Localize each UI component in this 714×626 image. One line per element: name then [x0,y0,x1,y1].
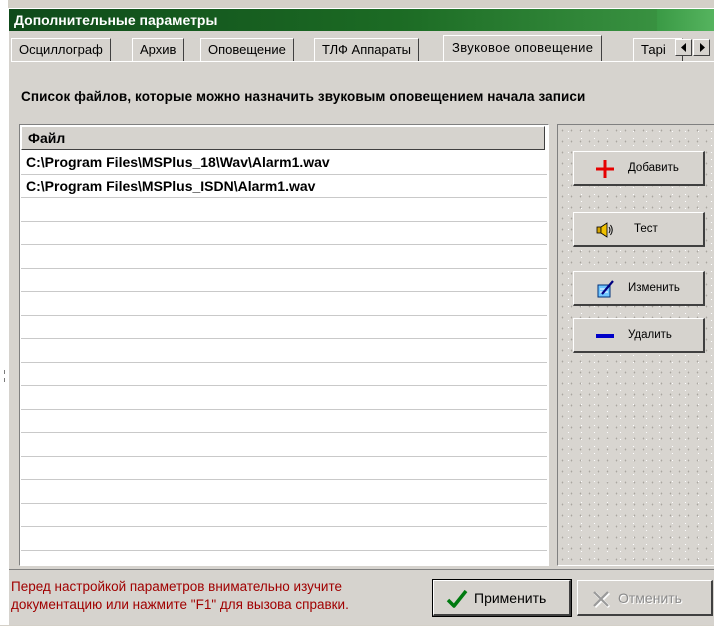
delete-button[interactable]: Удалить [573,318,705,353]
test-button[interactable]: Тест [573,212,705,247]
options-window: Дополнительные параметры Осциллограф Арх… [8,8,714,625]
add-button[interactable]: Добавить [573,151,705,186]
tab-notification[interactable]: Оповещение [200,38,294,61]
table-row-empty [21,269,547,292]
table-row[interactable]: C:\Program Files\MSPlus_ISDN\Alarm1.wav [21,175,547,198]
table-row-empty [21,410,547,433]
title-bar: Дополнительные параметры [9,9,714,31]
table-row-empty [21,316,547,339]
left-edge [0,0,8,625]
table-row-empty [21,222,547,245]
column-header-file[interactable]: Файл [21,126,545,150]
cancel-button[interactable]: Отменить [577,580,713,616]
footer-bar: Перед настройкой параметров внимательно … [9,569,714,626]
tab-strip: Осциллограф Архив Оповещение ТЛФ Аппарат… [11,35,714,61]
table-row-empty [21,504,547,527]
help-hint-line: Перед настройкой параметров внимательно … [11,579,342,594]
table-row-empty [21,363,547,386]
edit-icon [597,280,614,298]
edge-mark [4,378,5,382]
title-bar-shade [657,9,714,31]
edge-mark [4,370,5,374]
tab-scroll-right-button[interactable] [693,39,710,56]
arrow-right-icon [699,43,705,52]
file-list-rows: C:\Program Files\MSPlus_18\Wav\Alarm1.wa… [21,151,547,551]
minus-icon [596,334,614,338]
tab-oscillograph[interactable]: Осциллограф [11,38,111,61]
apply-button-label: Применить [474,590,547,606]
file-list[interactable]: Файл C:\Program Files\MSPlus_18\Wav\Alar… [19,124,549,566]
tab-scroll-left-button[interactable] [675,39,692,56]
panel-heading: Список файлов, которые можно назначить з… [21,89,586,104]
table-row-empty [21,386,547,410]
cross-icon [593,591,611,609]
action-button-panel: Добавить Тест Изменить Удалить [557,124,714,566]
table-row-empty [21,245,547,269]
help-hint: Перед настройкой параметров внимательно … [11,578,441,614]
plus-icon [596,160,614,178]
table-row-empty [21,480,547,504]
table-row-empty [21,339,547,363]
delete-button-label: Удалить [628,329,672,341]
apply-button[interactable]: Применить [432,579,572,617]
table-row-empty [21,198,547,222]
help-hint-line: документацию или нажмите "F1" для вызова… [11,597,349,612]
speaker-icon [596,222,613,238]
table-row-empty [21,457,547,480]
table-row-empty [21,527,547,551]
table-row-empty [21,433,547,457]
add-button-label: Добавить [628,162,679,174]
tab-archive[interactable]: Архив [132,38,185,61]
test-button-label: Тест [634,223,658,235]
arrow-left-icon [680,43,686,52]
table-row[interactable]: C:\Program Files\MSPlus_18\Wav\Alarm1.wa… [21,151,547,175]
window-title: Дополнительные параметры [14,12,218,28]
table-row-empty [21,292,547,316]
tab-sound-notification[interactable]: Звуковое оповещение [443,35,603,61]
tab-phone-devices[interactable]: ТЛФ Аппараты [314,38,419,61]
edit-button[interactable]: Изменить [573,271,705,306]
checkmark-icon [446,589,468,608]
cancel-button-label: Отменить [618,590,682,606]
edit-button-label: Изменить [628,282,680,294]
